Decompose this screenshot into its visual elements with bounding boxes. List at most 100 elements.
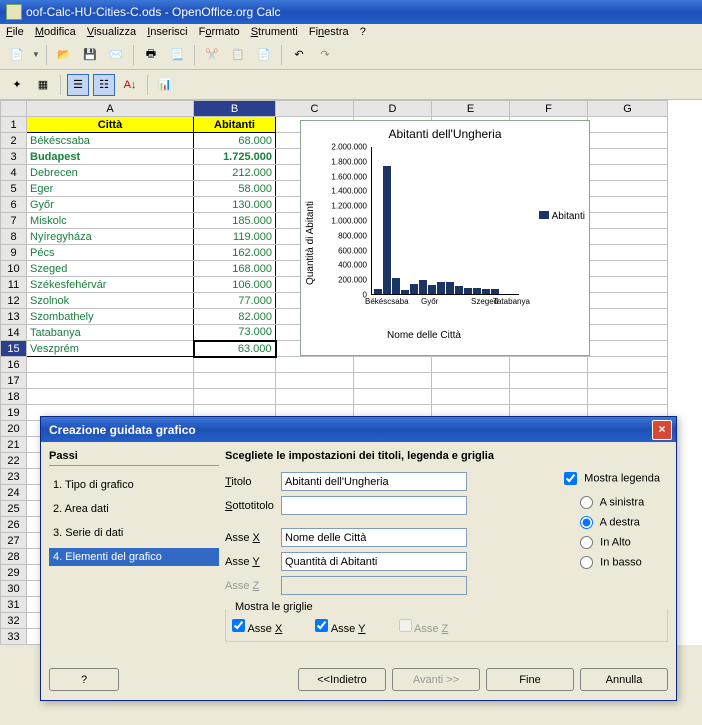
row-header[interactable]: 28 — [1, 549, 27, 565]
cell[interactable]: 212.000 — [194, 165, 276, 181]
cell[interactable] — [354, 357, 432, 373]
menu-finestra[interactable]: Finestra — [309, 26, 349, 38]
cell[interactable] — [588, 245, 668, 261]
menu-inserisci[interactable]: Inserisci — [147, 26, 187, 38]
cell[interactable] — [510, 389, 588, 405]
row-header[interactable]: 15 — [1, 341, 27, 357]
cell[interactable] — [588, 117, 668, 133]
cell[interactable] — [432, 373, 510, 389]
print-icon[interactable]: 🖶 — [140, 44, 162, 66]
cell[interactable] — [588, 197, 668, 213]
cell[interactable] — [27, 389, 194, 405]
cell[interactable] — [194, 357, 276, 373]
cell[interactable]: 162.000 — [194, 245, 276, 261]
back-button[interactable]: <<Indietro — [298, 668, 386, 691]
cell[interactable] — [588, 389, 668, 405]
cell[interactable] — [588, 325, 668, 341]
autoformat-icon[interactable]: A↓ — [119, 74, 141, 96]
cell[interactable]: 130.000 — [194, 197, 276, 213]
cell[interactable]: Szeged — [27, 261, 194, 277]
cell[interactable] — [588, 149, 668, 165]
col-header-f[interactable]: F — [510, 101, 588, 117]
cell[interactable] — [588, 261, 668, 277]
cell[interactable]: Città — [27, 117, 194, 133]
cell[interactable] — [588, 373, 668, 389]
row-header[interactable]: 12 — [1, 293, 27, 309]
cell[interactable] — [276, 357, 354, 373]
cell[interactable] — [588, 309, 668, 325]
radio-sinistra[interactable]: A sinistra — [564, 496, 660, 509]
menu-help[interactable]: ? — [360, 26, 366, 38]
cell[interactable]: 68.000 — [194, 133, 276, 149]
step-1[interactable]: 1. Tipo di grafico — [49, 476, 219, 494]
row-header[interactable]: 23 — [1, 469, 27, 485]
save-icon[interactable]: 💾 — [79, 44, 101, 66]
row-header[interactable]: 7 — [1, 213, 27, 229]
cell[interactable] — [194, 389, 276, 405]
col-header-d[interactable]: D — [354, 101, 432, 117]
cell[interactable] — [276, 373, 354, 389]
menu-formato[interactable]: Formato — [199, 26, 240, 38]
row-header[interactable]: 16 — [1, 357, 27, 373]
cell[interactable]: Eger — [27, 181, 194, 197]
cell[interactable]: 77.000 — [194, 293, 276, 309]
row-header[interactable]: 21 — [1, 437, 27, 453]
input-sottotitolo[interactable] — [281, 496, 467, 515]
view2-icon[interactable]: ☷ — [93, 74, 115, 96]
chart-icon[interactable]: 📊 — [154, 74, 176, 96]
close-icon[interactable]: × — [652, 420, 672, 440]
cell[interactable] — [588, 277, 668, 293]
cell[interactable]: Pécs — [27, 245, 194, 261]
redo-icon[interactable]: ↷ — [314, 44, 336, 66]
corner-cell[interactable] — [1, 101, 27, 117]
format-icon[interactable]: ✦ — [6, 74, 28, 96]
cell[interactable] — [588, 293, 668, 309]
cell[interactable] — [510, 373, 588, 389]
row-header[interactable]: 8 — [1, 229, 27, 245]
cell[interactable] — [432, 389, 510, 405]
row-header[interactable]: 9 — [1, 245, 27, 261]
cell[interactable]: 73.000 — [194, 325, 276, 341]
cut-icon[interactable]: ✂️ — [201, 44, 223, 66]
cell[interactable]: 63.000 — [194, 341, 276, 357]
new-doc-icon[interactable]: 📄 — [6, 44, 28, 66]
cell[interactable]: Nyíregyháza — [27, 229, 194, 245]
next-button[interactable]: Avanti >> — [392, 668, 480, 691]
row-header[interactable]: 1 — [1, 117, 27, 133]
cell[interactable] — [194, 373, 276, 389]
cell[interactable]: Miskolc — [27, 213, 194, 229]
row-header[interactable]: 19 — [1, 405, 27, 421]
cell[interactable]: Abitanti — [194, 117, 276, 133]
cell[interactable] — [588, 341, 668, 357]
row-header[interactable]: 14 — [1, 325, 27, 341]
menu-modifica[interactable]: Modifica — [35, 26, 76, 38]
print-preview-icon[interactable]: 📃 — [166, 44, 188, 66]
step-3[interactable]: 3. Serie di dati — [49, 524, 219, 542]
col-header-c[interactable]: C — [276, 101, 354, 117]
cell[interactable] — [588, 213, 668, 229]
row-header[interactable]: 18 — [1, 389, 27, 405]
cell[interactable]: 119.000 — [194, 229, 276, 245]
cell[interactable] — [354, 373, 432, 389]
row-header[interactable]: 31 — [1, 597, 27, 613]
row-header[interactable]: 29 — [1, 565, 27, 581]
cell[interactable] — [588, 133, 668, 149]
row-header[interactable]: 24 — [1, 485, 27, 501]
check-mostra-legenda[interactable]: Mostra legenda — [564, 472, 660, 485]
col-header-g[interactable]: G — [588, 101, 668, 117]
row-header[interactable]: 20 — [1, 421, 27, 437]
copy-icon[interactable]: 📋 — [227, 44, 249, 66]
row-header[interactable]: 27 — [1, 533, 27, 549]
dialog-titlebar[interactable]: Creazione guidata grafico × — [41, 417, 676, 442]
cell[interactable]: Székesfehérvár — [27, 277, 194, 293]
cell[interactable]: Veszprém — [27, 341, 194, 357]
mail-icon[interactable]: ✉️ — [105, 44, 127, 66]
cell[interactable] — [588, 165, 668, 181]
row-header[interactable]: 25 — [1, 501, 27, 517]
cell[interactable]: 58.000 — [194, 181, 276, 197]
cell[interactable]: 106.000 — [194, 277, 276, 293]
cell[interactable] — [432, 357, 510, 373]
cell[interactable] — [588, 229, 668, 245]
row-header[interactable]: 22 — [1, 453, 27, 469]
cell[interactable] — [588, 181, 668, 197]
